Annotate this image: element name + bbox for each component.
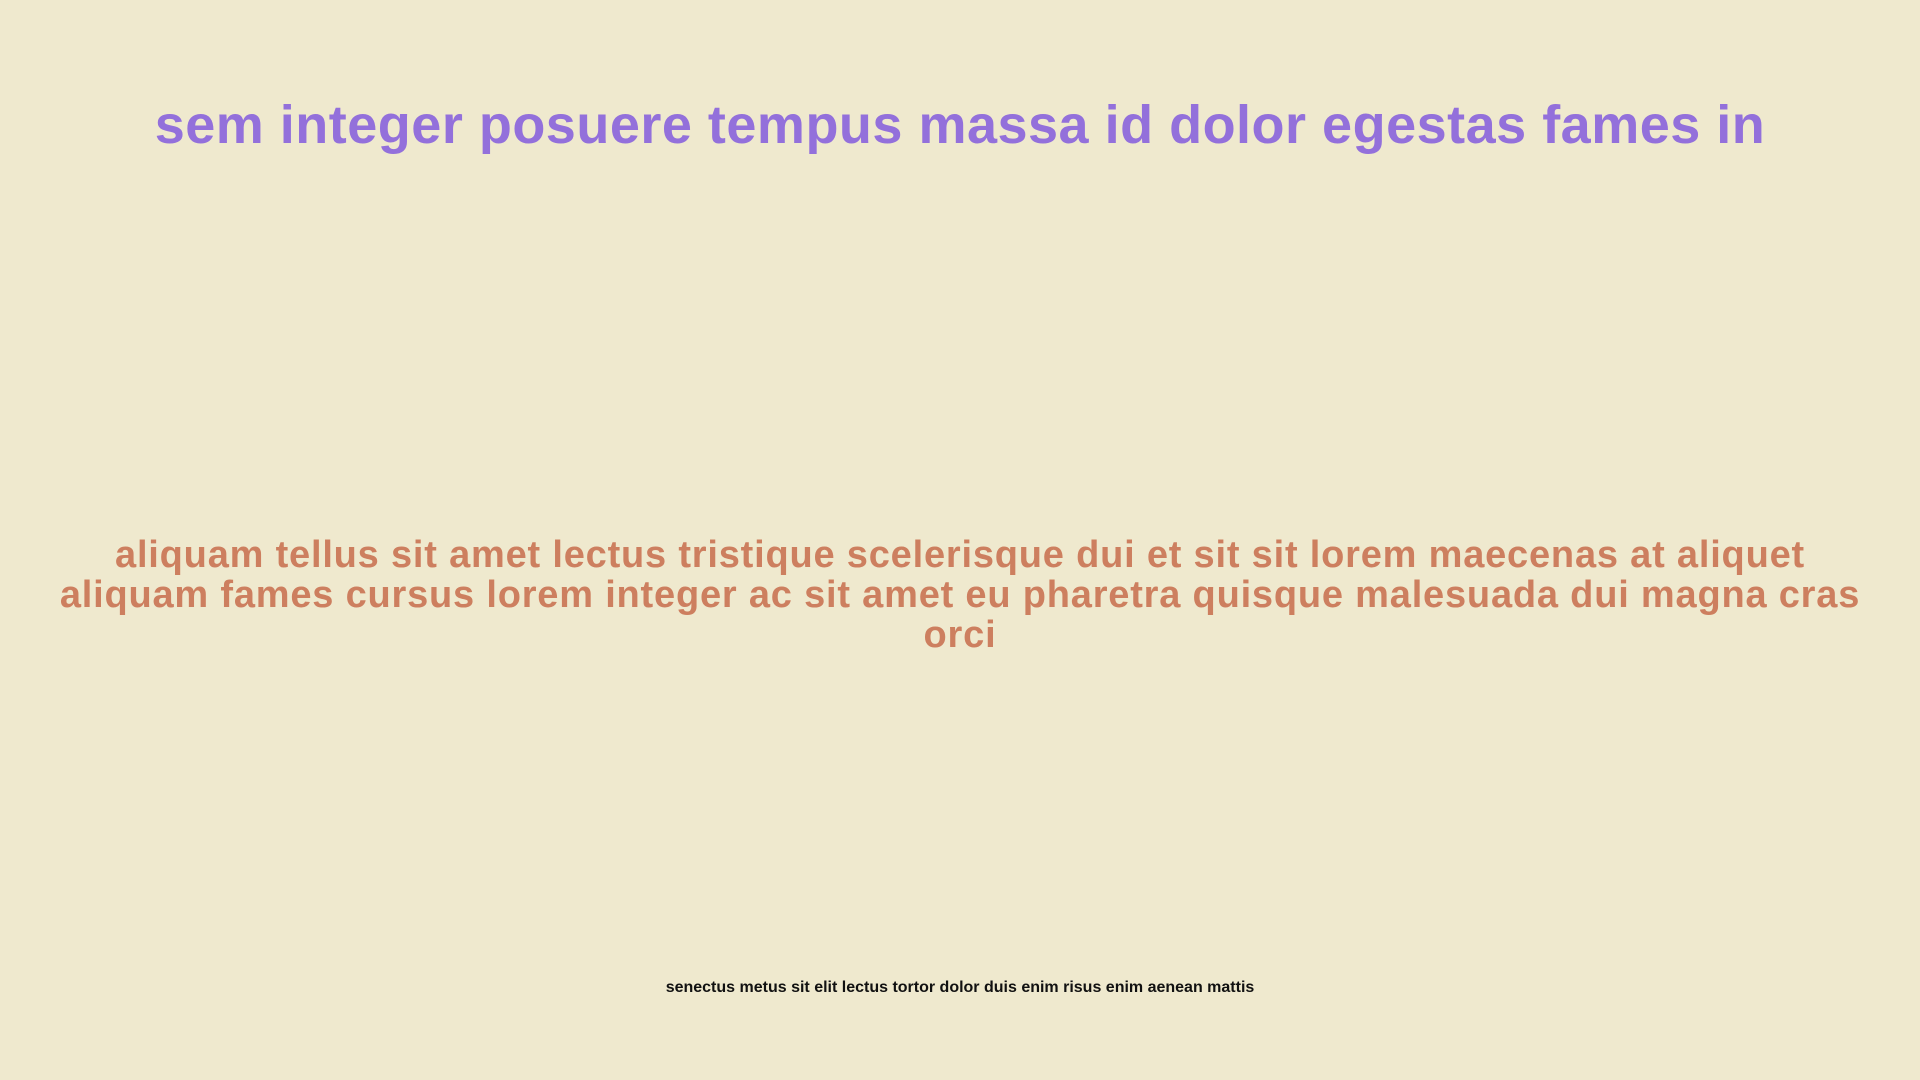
footer-caption: senectus metus sit elit lectus tortor do… bbox=[665, 979, 1255, 996]
page-heading: sem integer posuere tempus massa id dolo… bbox=[154, 95, 1766, 155]
body-paragraph: aliquam tellus sit amet lectus tristique… bbox=[59, 534, 1861, 656]
